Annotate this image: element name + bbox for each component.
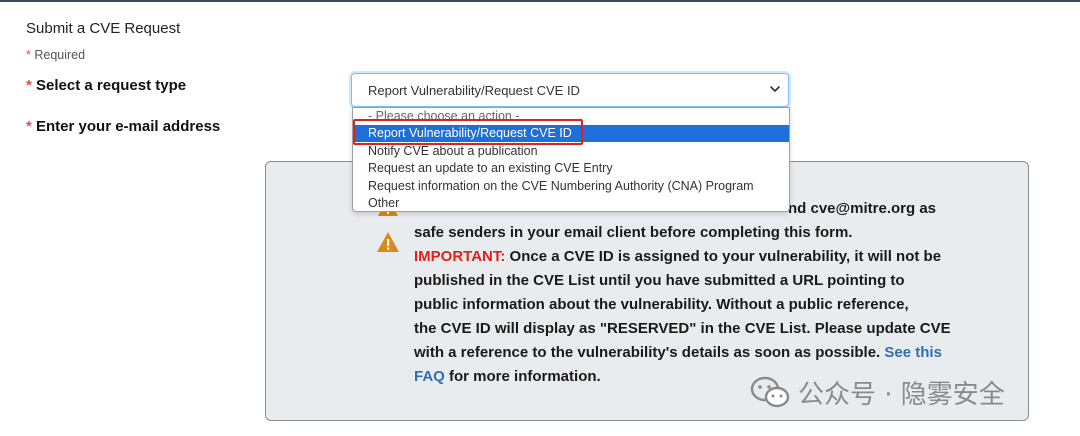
- notice-line: FAQ for more information.: [414, 365, 601, 389]
- chevron-down-icon: [770, 86, 780, 92]
- highlight-annotation-box: [353, 119, 583, 145]
- dropdown-option[interactable]: Request information on the CVE Numbering…: [353, 178, 789, 195]
- dropdown-option[interactable]: Other: [353, 195, 789, 212]
- email-label: * Enter your e-mail address: [26, 118, 220, 135]
- watermark-text: 公众号 · 隐雾安全: [798, 379, 1005, 410]
- request-type-label-text: Select a request type: [36, 77, 187, 94]
- dropdown-option[interactable]: Notify CVE about a publication: [353, 143, 789, 160]
- notice-line-text: for more information.: [444, 368, 601, 385]
- required-star: *: [26, 118, 32, 135]
- request-type-label: * Select a request type: [26, 77, 186, 94]
- watermark: 公众号 · 隐雾安全: [750, 374, 1005, 410]
- request-type-select[interactable]: Report Vulnerability/Request CVE ID: [351, 73, 789, 107]
- notice-line-text: with a reference to the vulnerability's …: [414, 344, 885, 361]
- notice-line: published in the CVE List until you have…: [414, 272, 905, 289]
- required-note-text: Required: [34, 48, 86, 62]
- required-star: *: [26, 48, 31, 62]
- notice-line: with a reference to the vulnerability's …: [414, 341, 942, 365]
- request-type-select-value: Report Vulnerability/Request CVE ID: [368, 83, 580, 98]
- notice-line: safe senders in your email client before…: [414, 224, 853, 241]
- faq-link[interactable]: See this: [884, 344, 942, 361]
- required-note: * Required: [26, 48, 85, 62]
- faq-link[interactable]: FAQ: [414, 368, 445, 385]
- wechat-icon: [750, 376, 790, 408]
- notice-line: public information about the vulnerabili…: [414, 296, 909, 313]
- page-title: Submit a CVE Request: [26, 20, 181, 37]
- notice-line: nd cve@mitre.org as: [788, 200, 937, 217]
- required-star: *: [26, 77, 32, 94]
- email-label-text: Enter your e-mail address: [36, 118, 221, 135]
- important-label: IMPORTANT:: [414, 248, 506, 265]
- warning-icon: [377, 232, 399, 252]
- top-border: [0, 0, 1080, 2]
- notice-line: IMPORTANT: Once a CVE ID is assigned to …: [414, 245, 941, 269]
- notice-line-text: Once a CVE ID is assigned to your vulner…: [505, 248, 942, 265]
- dropdown-option[interactable]: Request an update to an existing CVE Ent…: [353, 160, 789, 177]
- notice-line: the CVE ID will display as "RESERVED" in…: [414, 320, 951, 337]
